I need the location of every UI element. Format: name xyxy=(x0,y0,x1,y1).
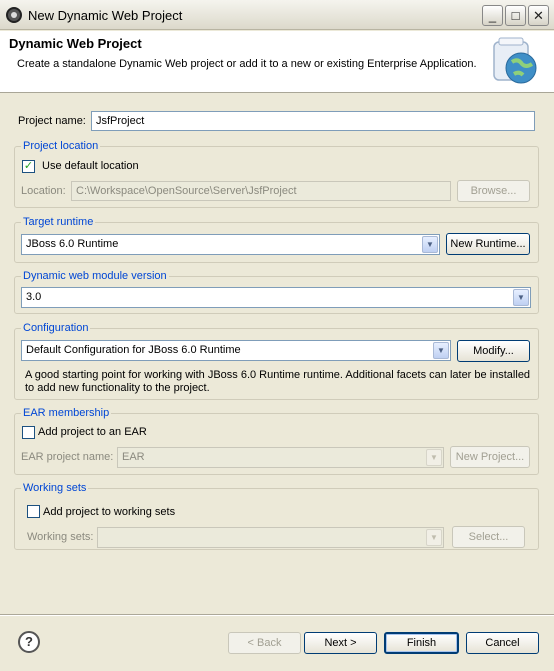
help-icon[interactable]: ? xyxy=(18,631,40,653)
window-title: New Dynamic Web Project xyxy=(28,8,183,23)
new-runtime-button[interactable]: New Runtime... xyxy=(446,233,530,255)
web-project-wizard-icon xyxy=(493,37,537,84)
eclipse-icon xyxy=(6,7,22,23)
next-button[interactable]: Next > xyxy=(304,632,377,654)
chevron-down-icon[interactable]: ▼ xyxy=(422,236,438,253)
module-version-value: 3.0 xyxy=(26,291,42,303)
maximize-button[interactable]: □ xyxy=(505,5,526,26)
footer-separator xyxy=(0,614,554,616)
chevron-down-icon: ▼ xyxy=(426,449,442,466)
modify-button[interactable]: Modify... xyxy=(457,340,530,362)
configuration-select[interactable]: Default Configuration for JBoss 6.0 Runt… xyxy=(21,340,451,361)
new-ear-project-button[interactable]: New Project... xyxy=(450,446,530,468)
use-default-location-label[interactable]: Use default location xyxy=(42,160,139,172)
module-version-title: Dynamic web module version xyxy=(21,270,169,282)
working-sets-select[interactable]: ▼ xyxy=(97,527,444,548)
back-button[interactable]: < Back xyxy=(228,632,301,654)
target-runtime-value: JBoss 6.0 Runtime xyxy=(26,238,119,250)
target-runtime-title: Target runtime xyxy=(21,216,96,228)
chevron-down-icon: ▼ xyxy=(426,529,442,546)
ear-membership-title: EAR membership xyxy=(21,407,112,419)
working-sets-label: Working sets: xyxy=(27,531,94,543)
configuration-value: Default Configuration for JBoss 6.0 Runt… xyxy=(26,344,241,356)
module-version-select[interactable]: 3.0 ▼ xyxy=(21,287,531,308)
location-input[interactable]: C:\Workspace\OpenSource\Server\JsfProjec… xyxy=(71,181,451,201)
ear-project-name-value: EAR xyxy=(122,451,145,463)
working-sets-title: Working sets xyxy=(21,482,89,494)
project-name-label: Project name: xyxy=(18,115,86,127)
close-button[interactable]: ✕ xyxy=(528,5,549,26)
page-title: Dynamic Web Project xyxy=(9,36,142,51)
add-to-ear-checkbox[interactable] xyxy=(22,426,35,439)
chevron-down-icon[interactable]: ▼ xyxy=(513,289,529,306)
configuration-description-line1: A good starting point for working with J… xyxy=(25,369,531,381)
target-runtime-select[interactable]: JBoss 6.0 Runtime ▼ xyxy=(21,234,440,255)
add-to-ear-label[interactable]: Add project to an EAR xyxy=(38,426,147,438)
location-label: Location: xyxy=(21,185,66,197)
configuration-title: Configuration xyxy=(21,322,91,334)
configuration-description-line2: to add new functionality to the project. xyxy=(25,382,210,394)
chevron-down-icon[interactable]: ▼ xyxy=(433,342,449,359)
page-description: Create a standalone Dynamic Web project … xyxy=(17,58,477,70)
browse-button[interactable]: Browse... xyxy=(457,180,530,202)
ear-project-name-label: EAR project name: xyxy=(21,451,114,463)
cancel-button[interactable]: Cancel xyxy=(466,632,539,654)
project-location-title: Project location xyxy=(21,140,101,152)
finish-button[interactable]: Finish xyxy=(384,632,459,654)
add-to-working-sets-label[interactable]: Add project to working sets xyxy=(43,506,175,518)
project-name-input[interactable]: JsfProject xyxy=(91,111,535,131)
ear-project-name-select[interactable]: EAR ▼ xyxy=(117,447,444,468)
use-default-location-checkbox[interactable]: ✓ xyxy=(22,160,35,173)
minimize-button[interactable]: _ xyxy=(482,5,503,26)
select-working-sets-button[interactable]: Select... xyxy=(452,526,525,548)
add-to-working-sets-checkbox[interactable] xyxy=(27,505,40,518)
